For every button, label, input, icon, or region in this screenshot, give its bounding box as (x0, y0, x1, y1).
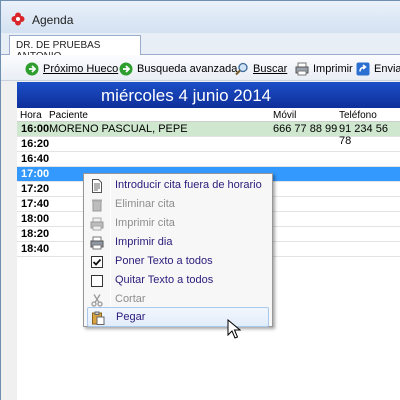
row-time: 18:00 (21, 213, 50, 225)
appointment-row[interactable]: 16:00 MORENO PASCUAL, PEPE 666 77 88 99 … (17, 122, 400, 147)
row-time: 16:40 (21, 153, 50, 165)
column-header-row: Hora Paciente Móvil Teléfono (17, 108, 400, 122)
trash-icon (92, 199, 102, 212)
advanced-search-label: Busqueda avanzada (137, 63, 238, 75)
row-patient: MORENO PASCUAL, PEPE (49, 123, 188, 135)
row-time: 17:40 (21, 198, 50, 210)
menu-item-introducir-cita[interactable]: Introducir cita fuera de horario (87, 176, 269, 196)
menu-item-imprimir-dia[interactable]: Imprimir dia (87, 233, 269, 253)
green-arrow-icon (25, 62, 39, 76)
printer-icon (90, 217, 104, 231)
menu-item-eliminar-cita[interactable]: Eliminar cita (87, 195, 269, 215)
title-bar[interactable]: Agenda (1, 1, 400, 33)
doctor-tabstrip: DR. DE PRUEBAS ANTONIO (1, 33, 400, 62)
row-time: 16:00 (21, 123, 50, 135)
green-arrow-icon (119, 62, 133, 76)
mouse-pointer-icon (227, 319, 241, 339)
context-menu: Introducir cita fuera de horario Elimina… (83, 173, 273, 327)
agenda-window: Agenda DR. DE PRUEBAS ANTONIO Próximo Hu… (0, 0, 400, 400)
menu-item-label: Introducir cita fuera de horario (115, 179, 262, 191)
menu-item-label: Eliminar cita (115, 198, 175, 210)
row-time: 17:00 (21, 168, 50, 180)
clipboard-icon (92, 311, 105, 325)
row-time: 17:20 (21, 183, 50, 195)
menu-item-label: Imprimir dia (115, 236, 173, 248)
day-title: miércoles 4 junio 2014 (101, 86, 272, 105)
column-header-telefono[interactable]: Teléfono (339, 110, 377, 121)
column-header-paciente[interactable]: Paciente (49, 110, 88, 121)
column-header-hora[interactable]: Hora (20, 110, 42, 121)
print-button[interactable]: Imprimir (295, 60, 353, 78)
send-button[interactable]: Enviar (356, 60, 400, 78)
menu-item-label: Quitar Texto a todos (115, 274, 214, 286)
document-icon (92, 179, 102, 193)
scissors-icon (91, 294, 103, 307)
send-label: Enviar (374, 63, 400, 75)
search-button[interactable]: Buscar (235, 60, 287, 78)
advanced-search-button[interactable]: Busqueda avanzada (119, 60, 237, 78)
day-header: miércoles 4 junio 2014 (17, 82, 400, 108)
menu-item-label: Imprimir cita (115, 217, 175, 229)
toolbar: Próximo Hueco Busqueda avanzada Buscar I… (1, 55, 400, 81)
row-time: 18:40 (21, 243, 50, 255)
next-gap-button[interactable]: Próximo Hueco (25, 60, 118, 78)
row-time: 16:20 (21, 138, 50, 150)
menu-item-label: Poner Texto a todos (115, 255, 213, 267)
menu-item-quitar-texto[interactable]: Quitar Texto a todos (87, 271, 269, 291)
menu-item-label: Pegar (116, 311, 146, 323)
menu-item-label: Cortar (115, 293, 146, 305)
window-title: Agenda (32, 13, 74, 27)
checkbox-checked-icon (91, 256, 103, 268)
send-icon (356, 62, 370, 76)
print-label: Imprimir (313, 63, 353, 75)
appointment-row[interactable]: 16:20 (17, 137, 400, 152)
row-time: 18:20 (21, 228, 50, 240)
menu-item-pegar[interactable]: Pegar (87, 307, 269, 327)
next-gap-label: Próximo Hueco (43, 63, 119, 75)
app-flower-icon (11, 12, 25, 26)
printer-icon (295, 62, 309, 76)
tab-doctor[interactable]: DR. DE PRUEBAS ANTONIO (9, 35, 141, 62)
magnifier-icon (235, 62, 248, 76)
appointment-row[interactable]: 16:40 (17, 152, 400, 167)
printer-icon (90, 236, 104, 250)
search-label: Buscar (253, 63, 288, 75)
checkbox-empty-icon (91, 275, 103, 287)
row-mobile: 666 77 88 99 (273, 123, 338, 135)
column-header-movil[interactable]: Móvil (273, 110, 296, 121)
menu-item-poner-texto[interactable]: Poner Texto a todos (87, 252, 269, 272)
menu-item-imprimir-cita[interactable]: Imprimir cita (87, 214, 269, 234)
